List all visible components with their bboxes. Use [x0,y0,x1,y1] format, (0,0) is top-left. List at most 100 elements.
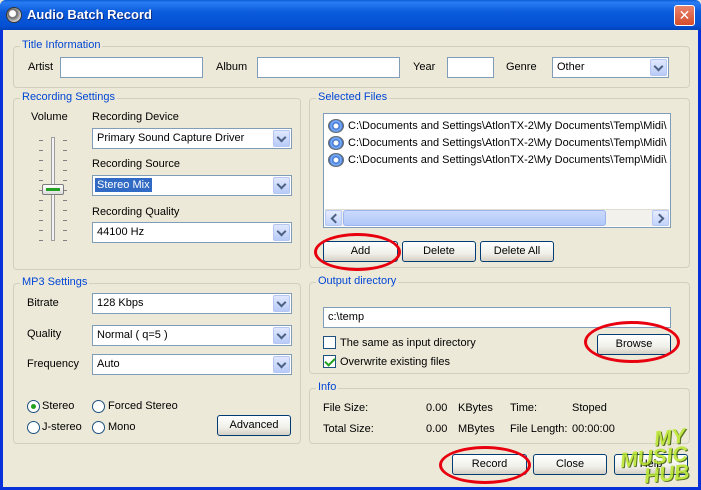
stereo-radio[interactable] [27,400,40,413]
forced-stereo-label[interactable]: Forced Stereo [108,400,178,412]
close-button[interactable]: Close [533,454,607,475]
window-title: Audio Batch Record [27,7,152,22]
genre-value: Other [557,61,585,73]
output-directory-label: Output directory [316,275,399,287]
bitrate-select[interactable]: 128 Kbps [92,293,292,314]
same-as-input-label[interactable]: The same as input directory [340,337,476,349]
recording-device-value: Primary Sound Capture Driver [97,132,245,144]
stereo-label[interactable]: Stereo [42,400,74,412]
audio-file-icon [328,118,344,133]
list-item[interactable]: C:\Documents and Settings\AtlonTX-2\My D… [328,134,667,151]
genre-label: Genre [506,61,537,73]
slider-tick [39,140,43,141]
horizontal-scrollbar[interactable] [325,209,669,226]
title-information-label: Title Information [20,39,103,51]
bitrate-value: 128 Kbps [97,297,144,309]
bitrate-label: Bitrate [27,297,59,309]
audio-file-icon [328,152,344,167]
title-bar[interactable]: Audio Batch Record ✕ [0,0,701,30]
mp3-quality-value: Normal ( q=5 ) [97,329,168,341]
slider-tick [63,170,67,171]
list-item[interactable]: C:\Documents and Settings\AtlonTX-2\My D… [328,117,667,134]
file-length-label: File Length: [510,423,568,435]
record-button[interactable]: Record [452,454,527,475]
slider-tick [63,180,67,181]
slider-tick [39,160,43,161]
file-size-label: File Size: [323,402,369,414]
album-label: Album [216,61,248,73]
slider-tick [63,200,67,201]
recording-device-label: Recording Device [92,111,179,123]
same-as-input-checkbox[interactable] [323,336,336,349]
selected-files-list[interactable]: C:\Documents and Settings\AtlonTX-2\My D… [323,113,671,228]
overwrite-checkbox[interactable] [323,355,336,368]
volume-label: Volume [31,111,68,123]
total-size-unit: MBytes [458,423,495,435]
recording-device-select[interactable]: Primary Sound Capture Driver [92,128,292,149]
chevron-down-icon[interactable] [273,327,290,344]
scroll-left-icon[interactable] [325,210,342,226]
mono-label[interactable]: Mono [108,421,136,433]
slider-tick [39,170,43,171]
recording-source-value: Stereo Mix [95,178,152,192]
browse-button[interactable]: Browse [597,334,671,355]
genre-select[interactable]: Other [552,57,669,78]
slider-tick [63,160,67,161]
frequency-label: Frequency [27,358,79,370]
time-value: Stoped [572,402,607,414]
total-size-label: Total Size: [323,423,374,435]
chevron-down-icon[interactable] [273,356,290,373]
file-size-unit: KBytes [458,402,493,414]
file-path: C:\Documents and Settings\AtlonTX-2\My D… [348,136,667,149]
delete-all-button[interactable]: Delete All [480,241,554,262]
file-length-value: 00:00:00 [572,423,615,435]
forced-stereo-radio[interactable] [92,400,105,413]
mp3-settings-label: MP3 Settings [20,276,90,288]
slider-tick [39,240,43,241]
slider-tick [39,210,43,211]
window-close-button[interactable]: ✕ [674,5,695,26]
jstereo-radio[interactable] [27,421,40,434]
scrollbar-thumb[interactable] [343,210,606,226]
overwrite-label[interactable]: Overwrite existing files [340,356,450,368]
volume-slider-thumb[interactable] [42,183,64,195]
artist-field[interactable] [60,57,203,78]
recording-settings-label: Recording Settings [20,91,117,103]
frequency-select[interactable]: Auto [92,354,292,375]
add-button[interactable]: Add [323,241,398,262]
audio-file-icon [328,135,344,150]
scroll-right-icon[interactable] [652,210,669,226]
audio-batch-record-window: Audio Batch Record ✕ Title Information A… [0,0,701,490]
artist-label: Artist [28,61,54,73]
advanced-button[interactable]: Advanced [217,415,291,436]
slider-tick [39,220,43,221]
total-size-value: 0.00 [426,423,448,435]
album-field[interactable] [257,57,400,78]
recording-quality-select[interactable]: 44100 Hz [92,222,292,243]
chevron-down-icon[interactable] [650,59,667,76]
chevron-down-icon[interactable] [273,224,290,241]
slider-tick [63,150,67,151]
chevron-down-icon[interactable] [273,295,290,312]
slider-tick [63,210,67,211]
file-path: C:\Documents and Settings\AtlonTX-2\My D… [348,153,667,166]
mono-radio[interactable] [92,421,105,434]
slider-tick [39,200,43,201]
frequency-value: Auto [97,358,120,370]
list-item[interactable]: C:\Documents and Settings\AtlonTX-2\My D… [328,151,667,168]
mp3-quality-select[interactable]: Normal ( q=5 ) [92,325,292,346]
recording-source-select[interactable]: Stereo Mix [92,175,292,196]
chevron-down-icon[interactable] [273,130,290,147]
output-directory-field[interactable]: c:\temp [323,307,671,328]
slider-tick [63,140,67,141]
time-label: Time: [510,402,538,414]
file-size-value: 0.00 [426,402,448,414]
delete-button[interactable]: Delete [402,241,476,262]
mp3-quality-label: Quality [27,328,62,340]
jstereo-label[interactable]: J-stereo [42,421,82,433]
year-field[interactable] [447,57,494,78]
slider-tick [39,150,43,151]
chevron-down-icon[interactable] [273,177,290,194]
slider-tick [39,180,43,181]
selected-files-label: Selected Files [316,91,390,103]
